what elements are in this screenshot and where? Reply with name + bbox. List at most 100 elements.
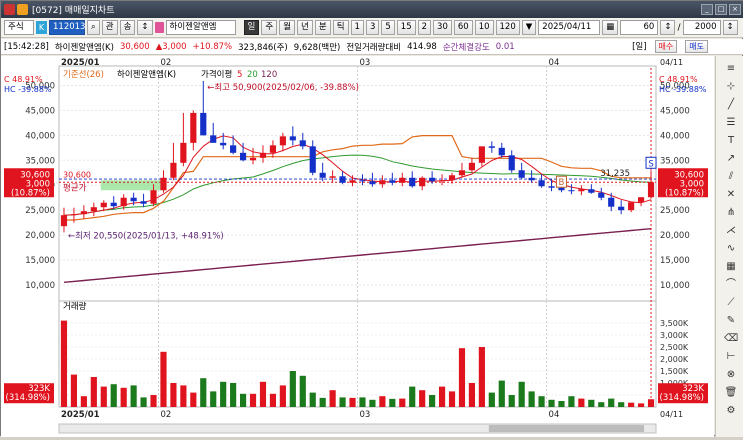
total-spinner[interactable]: ↕ <box>722 20 738 35</box>
interval-dropdown[interactable]: ▼ <box>521 20 537 35</box>
cross-icon[interactable]: ✕ <box>724 188 738 201</box>
month-label-bottom: 04 <box>549 410 560 420</box>
candle-body <box>200 112 207 136</box>
count-separator: / <box>677 22 681 33</box>
c-label-left: C 48.91% <box>4 75 43 84</box>
candle-body <box>538 180 545 187</box>
interval-1-button[interactable]: 1 <box>350 20 364 35</box>
candle-body <box>100 202 107 208</box>
watchlist-button[interactable]: 관 <box>101 20 118 35</box>
pencil-icon[interactable]: ✎ <box>724 314 738 327</box>
gann-icon[interactable]: ▦ <box>724 260 738 273</box>
left-marker-price: 30,600 <box>63 170 91 179</box>
candle-body <box>269 145 277 153</box>
interval-3-button[interactable]: 3 <box>365 20 380 35</box>
text-icon[interactable]: T <box>724 134 738 147</box>
volume-bar <box>279 385 286 407</box>
prev-volume-value: 414.98 <box>407 41 437 52</box>
settings-icon[interactable]: ⚙ <box>724 404 738 417</box>
sell-marker: S <box>648 159 653 169</box>
period-tick-button[interactable]: 틱 <box>332 20 349 35</box>
low-annotation: ←최저 20,550(2025/01/13, +48.91%) <box>68 230 224 241</box>
period-year-button[interactable]: 년 <box>297 20 313 35</box>
stack-icon[interactable]: ≡ <box>724 62 738 75</box>
interval-15-button[interactable]: 15 <box>396 20 416 35</box>
magnet-icon[interactable]: ⊗ <box>724 368 738 381</box>
count-spinner[interactable]: ↕ <box>660 20 676 35</box>
ruler-icon[interactable]: ⊢ <box>724 350 738 363</box>
price-chart[interactable]: 50,000 50,00045,000 45,00040,000 40,00035,0… <box>1 56 714 437</box>
interval-5-button[interactable]: 5 <box>381 20 395 35</box>
updown-spinner[interactable]: ↕ <box>137 20 153 35</box>
volume-bar <box>438 386 446 407</box>
stock-code-input[interactable]: 112013 <box>49 20 85 35</box>
volume-title: 거래량 <box>63 301 87 312</box>
zigzag-icon[interactable]: ⟋ <box>724 296 738 309</box>
volume-bar <box>558 401 565 407</box>
month-label-top: 04 <box>549 58 560 68</box>
help-icon[interactable] <box>17 4 28 15</box>
date-input[interactable]: 2025/04/11 <box>538 20 601 35</box>
volume-bar <box>160 351 167 407</box>
volume-bar <box>100 386 107 407</box>
curve-icon[interactable]: ⌒ <box>724 278 738 291</box>
crosshair-icon[interactable]: ⊹ <box>724 80 738 93</box>
volume-bar <box>190 392 197 407</box>
volume-bar <box>588 399 595 407</box>
market-select[interactable]: 주식 <box>4 20 34 35</box>
volume-bar <box>319 397 326 407</box>
candle-body <box>210 135 217 143</box>
candle-body <box>279 136 286 146</box>
volume-bar <box>369 399 376 407</box>
candle-body <box>289 136 296 141</box>
volume-bar <box>309 392 316 407</box>
channel-icon[interactable]: ⫽ <box>724 170 738 183</box>
sell-button[interactable]: 매도 <box>685 40 708 53</box>
volume-bar <box>568 396 575 407</box>
count-input[interactable]: 60 <box>620 20 659 35</box>
month-label-top: 02 <box>161 58 172 68</box>
interval-60-button[interactable]: 60 <box>453 20 473 35</box>
calendar-icon[interactable]: ▦ <box>602 20 619 35</box>
interval-120-button[interactable]: 120 <box>495 20 520 35</box>
candle-body <box>488 146 495 148</box>
maximize-button[interactable]: □ <box>715 4 727 15</box>
period-day-button[interactable]: 일 <box>243 20 260 35</box>
volume-bar <box>488 392 495 407</box>
candle-body <box>399 177 406 183</box>
scrollbar-thumb[interactable] <box>488 425 645 432</box>
candle-body <box>598 192 605 198</box>
volume-bar <box>379 396 386 407</box>
interval-10-button[interactable]: 10 <box>474 20 494 35</box>
total-input[interactable]: 2000 <box>682 20 721 35</box>
wave-icon[interactable]: ∿ <box>724 242 738 255</box>
trash-icon[interactable]: 🗑 <box>724 386 738 399</box>
interval-2-button[interactable]: 2 <box>417 20 432 35</box>
volume-bar <box>608 398 615 407</box>
search-button[interactable]: ⌕ <box>87 20 100 35</box>
avg-price-zone <box>100 180 166 191</box>
close-button[interactable]: × <box>729 4 741 15</box>
arrow-icon[interactable]: ↗ <box>724 152 738 165</box>
legend-ma5: 5 <box>237 70 242 80</box>
volume-bar <box>339 397 346 407</box>
related-button[interactable]: 송 <box>119 20 136 35</box>
buy-button[interactable]: 매수 <box>654 40 678 53</box>
line-icon[interactable]: ╱ <box>724 98 738 111</box>
fan-icon[interactable]: ⋌ <box>724 224 738 237</box>
fib-icon[interactable]: ☰ <box>724 116 738 129</box>
period-week-button[interactable]: 주 <box>261 20 278 35</box>
period-minute-button[interactable]: 분 <box>314 20 331 35</box>
chart-area[interactable]: 50,000 50,000 45,000 45,000 40,000 40,000 35,0… <box>1 56 714 437</box>
period-month-button[interactable]: 월 <box>279 20 296 35</box>
volume-bar <box>140 397 147 407</box>
eraser-icon[interactable]: ⌫ <box>724 332 738 345</box>
candle-body <box>170 162 177 178</box>
window-title: [0572] 매매일지차트 <box>32 6 115 16</box>
volume-bar <box>448 391 456 407</box>
pitchfork-icon[interactable]: ⋔ <box>724 206 738 219</box>
minimize-button[interactable]: _ <box>701 4 713 15</box>
interval-30-button[interactable]: 30 <box>433 20 452 35</box>
candle-body <box>548 186 555 188</box>
candle-body <box>220 142 227 146</box>
